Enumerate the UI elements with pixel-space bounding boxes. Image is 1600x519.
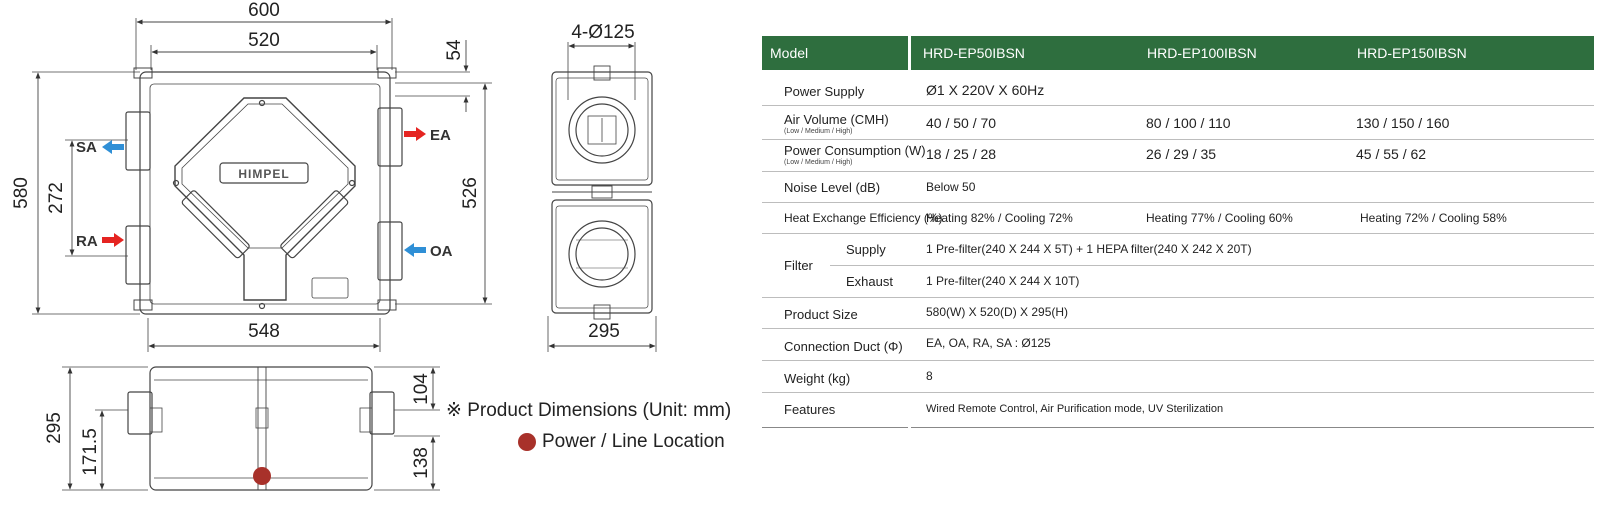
label-air-volume: Air Volume (CMH) (Low / Medium / High) [784, 112, 889, 135]
power-note: Power / Line Location [542, 431, 725, 452]
header-model-2: HRD-EP100IBSN [1147, 45, 1257, 61]
port-label-sa: SA [76, 139, 97, 156]
value-power-consumption-2: 26 / 29 / 35 [1146, 146, 1217, 162]
dim-bottom-width: 548 [248, 321, 280, 342]
label-power-consumption: Power Consumption (W) (Low / Medium / Hig… [784, 143, 926, 166]
label-filter-exhaust: Exhaust [846, 274, 893, 289]
dim-duct-count: 4-Ø125 [571, 22, 634, 43]
header-label: Model [770, 45, 809, 61]
power-legend-dot [518, 433, 536, 451]
port-label-ra: RA [76, 233, 98, 250]
dim-inner-width: 520 [248, 30, 280, 51]
value-filter-exhaust: 1 Pre-filter(240 X 244 X 10T) [926, 274, 1080, 288]
logo-text: HIMPEL [238, 167, 289, 181]
port-label-ea: EA [430, 127, 451, 144]
value-heat-exchange-2: Heating 77% / Cooling 60% [1146, 211, 1293, 225]
row-divider [762, 392, 1594, 393]
outdoor-arrow-icon [404, 243, 426, 257]
row-divider [762, 171, 1594, 172]
spec-table: Model HRD-EP50IBSN HRD-EP100IBSN HRD-EP1… [762, 36, 1594, 438]
label-filter: Filter [784, 258, 813, 273]
value-power-consumption-1: 18 / 25 / 28 [926, 146, 997, 162]
label-heat-exchange: Heat Exchange Efficiency (%) [784, 211, 943, 225]
row-divider [762, 328, 1594, 329]
row-divider [762, 202, 1594, 203]
value-features: Wired Remote Control, Air Purification m… [926, 403, 1224, 415]
dim-depth: 295 [588, 321, 620, 342]
header-models-cell: HRD-EP50IBSN HRD-EP100IBSN HRD-EP150IBSN [911, 36, 1594, 70]
label-power-consumption-sub: (Low / Medium / High) [784, 159, 853, 166]
value-air-volume-3: 130 / 150 / 160 [1356, 115, 1450, 131]
label-features: Features [784, 402, 836, 417]
value-power-supply: Ø1 X 220V X 60Hz [926, 82, 1045, 98]
header-model-3: HRD-EP150IBSN [1357, 45, 1467, 61]
dim-port-spacing: 272 [46, 182, 67, 214]
side-view [547, 42, 657, 352]
value-air-volume-1: 40 / 50 / 70 [926, 115, 997, 131]
label-product-size: Product Size [784, 307, 858, 322]
dim-top-offset: 104 [411, 373, 432, 405]
label-power-supply: Power Supply [784, 84, 865, 99]
value-air-volume-2: 80 / 100 / 110 [1146, 115, 1231, 131]
dim-port-height: 526 [460, 177, 481, 209]
value-heat-exchange-1: Heating 82% / Cooling 72% [926, 211, 1073, 225]
dim-front-height: 295 [44, 412, 65, 444]
value-connection-duct: EA, OA, RA, SA : Ø125 [926, 336, 1051, 350]
dim-bottom-offset: 138 [411, 447, 432, 479]
supply-arrow-icon [102, 140, 124, 154]
header-label-cell: Model [762, 36, 908, 70]
top-view [32, 18, 492, 352]
row-divider [762, 297, 1594, 298]
label-noise: Noise Level (dB) [784, 180, 881, 195]
header-model-1: HRD-EP50IBSN [923, 45, 1025, 61]
dim-overall-width: 600 [248, 0, 280, 21]
value-heat-exchange-3: Heating 72% / Cooling 58% [1360, 211, 1507, 225]
value-power-consumption-3: 45 / 55 / 62 [1356, 146, 1427, 162]
value-filter-supply: 1 Pre-filter(240 X 244 X 5T) + 1 HEPA fi… [926, 242, 1252, 256]
dimensions-note: ※ Product Dimensions (Unit: mm) [446, 400, 732, 421]
dim-overall-height: 580 [11, 177, 32, 209]
return-arrow-icon [102, 233, 124, 247]
label-connection-duct: Connection Duct (Φ) [784, 339, 903, 354]
row-divider [911, 427, 1594, 428]
dim-flange: 54 [444, 39, 465, 61]
label-filter-supply: Supply [846, 242, 886, 257]
dim-power-height: 171.5 [80, 428, 101, 476]
row-divider [762, 105, 1594, 106]
label-weight: Weight (kg) [784, 371, 851, 386]
value-product-size: 580(W) X 520(D) X 295(H) [926, 305, 1069, 319]
row-divider [762, 427, 908, 428]
exhaust-arrow-icon [404, 127, 426, 141]
label-air-volume-sub: (Low / Medium / High) [784, 128, 853, 135]
row-divider [762, 139, 1594, 140]
row-divider [762, 233, 1594, 234]
front-view [62, 366, 440, 491]
row-divider [762, 360, 1594, 361]
port-label-oa: OA [430, 243, 453, 260]
power-location-marker [253, 467, 271, 485]
row-divider [830, 265, 1594, 266]
value-noise: Below 50 [926, 180, 976, 194]
value-weight: 8 [926, 369, 933, 383]
